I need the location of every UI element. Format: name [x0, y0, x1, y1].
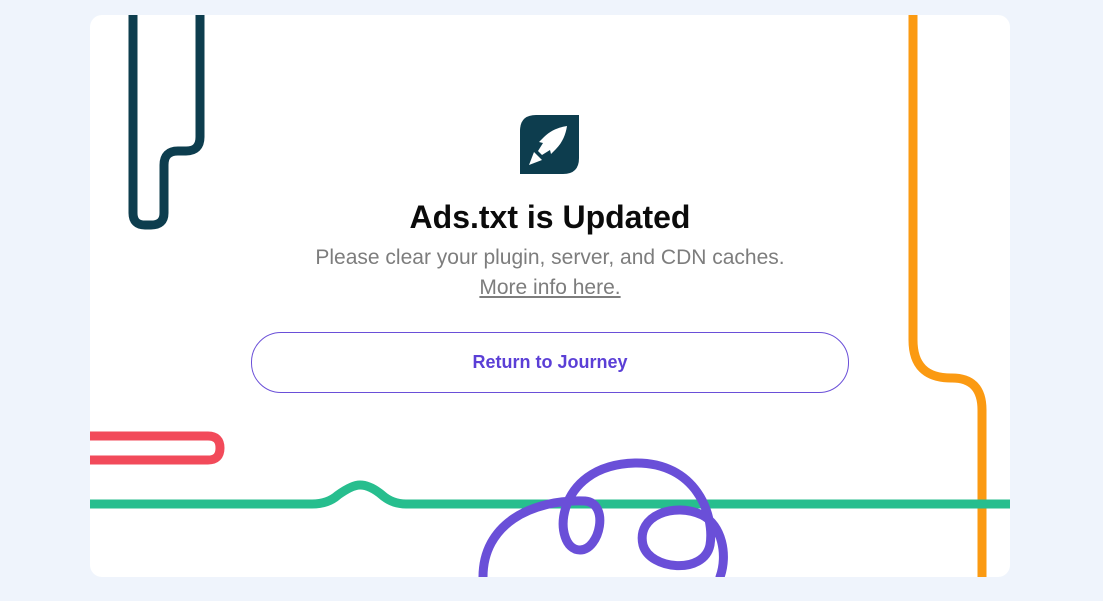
more-info-link[interactable]: More info here. — [479, 276, 620, 299]
cache-instructions: Please clear your plugin, server, and CD… — [315, 246, 785, 269]
more-info-wrapper: More info here. — [90, 273, 1010, 303]
confirmation-card: Ads.txt is Updated Please clear your plu… — [90, 15, 1010, 577]
rocket-leaf-logo-icon — [520, 115, 579, 174]
purple-decor-scribble — [478, 458, 728, 577]
return-to-journey-button[interactable]: Return to Journey — [251, 332, 849, 393]
red-decor-line — [90, 431, 225, 465]
page-title: Ads.txt is Updated — [409, 199, 691, 235]
teal-decor-line — [128, 15, 205, 230]
